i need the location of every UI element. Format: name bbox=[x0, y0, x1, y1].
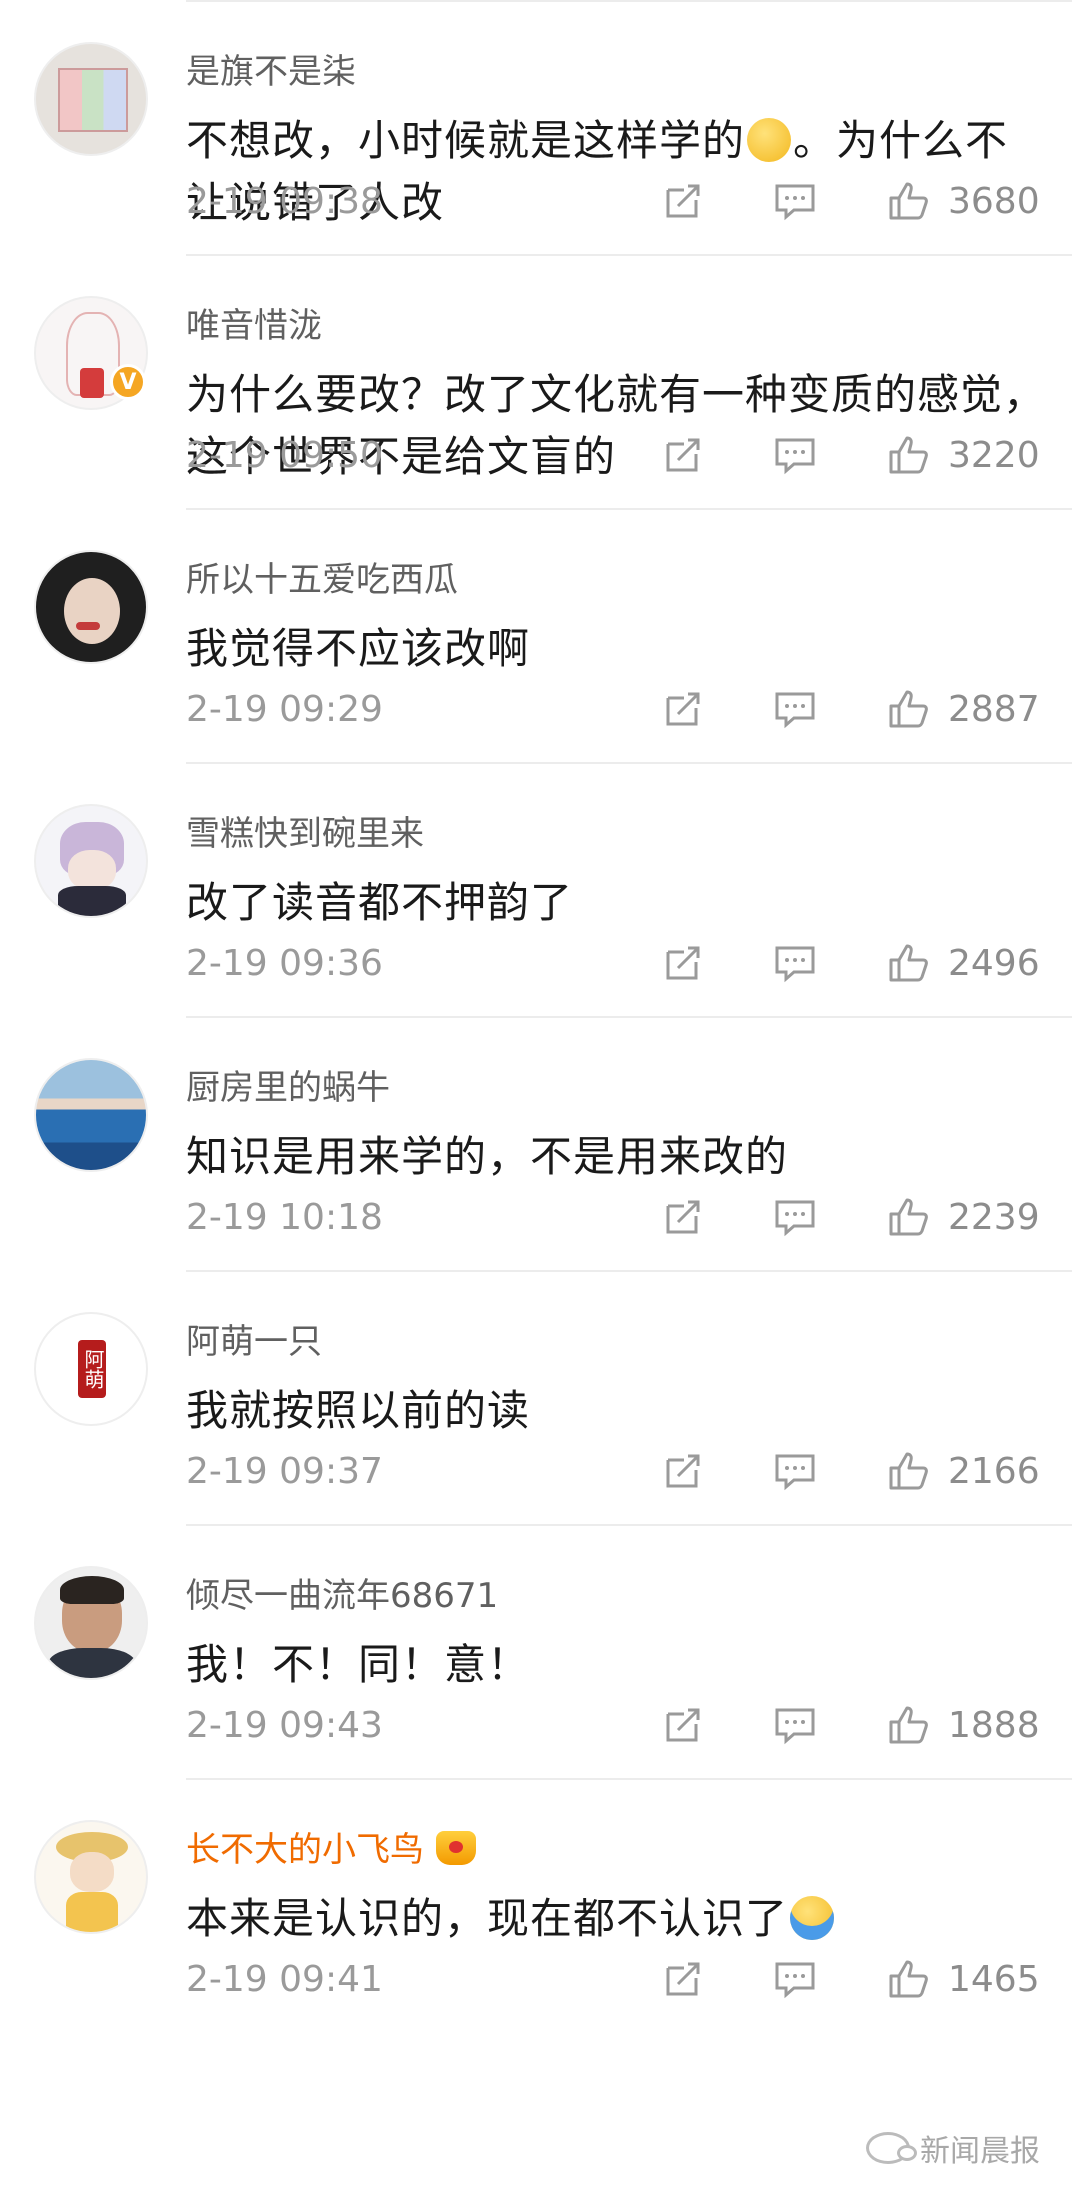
comment-meta: 2-19 09:29 2887 bbox=[186, 690, 1080, 762]
repost-icon[interactable] bbox=[660, 1956, 706, 2002]
timestamp: 2-19 09:41 bbox=[186, 1959, 383, 2000]
like-count: 2239 bbox=[948, 1197, 1040, 1238]
divider bbox=[186, 1778, 1072, 1780]
comment-meta: 2-19 10:18 2239 bbox=[186, 1198, 1080, 1270]
comment-meta: 2-19 09:43 1888 bbox=[186, 1706, 1080, 1778]
shrug-emoji-icon bbox=[790, 1896, 835, 1940]
username[interactable]: 倾尽一曲流年68671 bbox=[186, 1568, 498, 1617]
comment-item: 厨房里的蜗牛 知识是用来学的，不是用来改的 2-19 10:18 2239 bbox=[0, 1016, 1080, 1270]
divider bbox=[186, 254, 1072, 256]
username[interactable]: 所以十五爱吃西瓜 bbox=[186, 552, 458, 601]
timestamp: 2-19 09:36 bbox=[186, 943, 383, 984]
comment-meta: 2-19 09:37 2166 bbox=[186, 1452, 1080, 1524]
timestamp: 2-19 09:29 bbox=[186, 689, 383, 730]
comment-meta: 2-19 09:50 3220 bbox=[186, 436, 1080, 508]
like-icon[interactable] bbox=[886, 686, 932, 732]
comment-icon[interactable] bbox=[772, 1702, 818, 1748]
watermark-text: 新闻晨报 bbox=[920, 2134, 1040, 2169]
comment-icon[interactable] bbox=[772, 1194, 818, 1240]
comment-item: 倾尽一曲流年68671 我！不！同！意！ 2-19 09:43 1888 bbox=[0, 1524, 1080, 1778]
wechat-icon bbox=[866, 2132, 917, 2164]
repost-icon[interactable] bbox=[660, 432, 706, 478]
like-count: 2496 bbox=[948, 943, 1040, 984]
divider bbox=[186, 1270, 1072, 1272]
avatar[interactable] bbox=[34, 1820, 148, 1934]
like-icon[interactable] bbox=[886, 1702, 932, 1748]
comment-icon[interactable] bbox=[772, 686, 818, 732]
like-count: 3680 bbox=[948, 181, 1040, 222]
watermark: 新闻晨报 bbox=[866, 2126, 1040, 2170]
username[interactable]: 厨房里的蜗牛 bbox=[186, 1060, 390, 1109]
repost-icon[interactable] bbox=[660, 1448, 706, 1494]
username[interactable]: 是旗不是柒 bbox=[186, 44, 356, 93]
like-count: 2166 bbox=[948, 1451, 1040, 1492]
avatar[interactable] bbox=[34, 1058, 148, 1172]
like-icon[interactable] bbox=[886, 432, 932, 478]
comment-text: 我！不！同！意！ bbox=[186, 1640, 531, 1689]
avatar[interactable] bbox=[34, 42, 148, 156]
comment-text: 我就按照以前的读 bbox=[186, 1386, 531, 1435]
like-icon[interactable] bbox=[886, 940, 932, 986]
avatar[interactable] bbox=[34, 804, 148, 918]
repost-icon[interactable] bbox=[660, 1702, 706, 1748]
divider bbox=[186, 508, 1072, 510]
username[interactable]: 长不大的小飞鸟 bbox=[186, 1822, 476, 1871]
timestamp: 2-19 09:43 bbox=[186, 1705, 383, 1746]
verified-badge: V bbox=[110, 364, 146, 400]
like-count: 2887 bbox=[948, 689, 1040, 730]
comment-icon[interactable] bbox=[772, 1956, 818, 2002]
comment-text: 我觉得不应该改啊 bbox=[186, 624, 531, 673]
username[interactable]: 雪糕快到碗里来 bbox=[186, 806, 424, 855]
like-count: 1888 bbox=[948, 1705, 1040, 1746]
comment-item: 雪糕快到碗里来 改了读音都不押韵了 2-19 09:36 2496 bbox=[0, 762, 1080, 1016]
like-count: 3220 bbox=[948, 435, 1040, 476]
divider bbox=[186, 0, 1072, 2]
like-icon[interactable] bbox=[886, 1448, 932, 1494]
avatar[interactable]: 阿萌 bbox=[34, 1312, 148, 1426]
timestamp: 2-19 09:50 bbox=[186, 435, 383, 476]
timestamp: 2-19 09:38 bbox=[186, 181, 383, 222]
comment-item: 长不大的小飞鸟 本来是认识的，现在都不认识了 2-19 09:41 1465 bbox=[0, 1778, 1080, 2032]
divider bbox=[186, 1016, 1072, 1018]
like-count: 1465 bbox=[948, 1959, 1040, 2000]
comment-text: 改了读音都不押韵了 bbox=[186, 878, 574, 927]
comment-icon[interactable] bbox=[772, 178, 818, 224]
avatar[interactable] bbox=[34, 550, 148, 664]
repost-icon[interactable] bbox=[660, 1194, 706, 1240]
timestamp: 2-19 10:18 bbox=[186, 1197, 383, 1238]
comment-item: V 唯音惜泷 为什么要改？改了文化就有一种变质的感觉，这个世界不是给文盲的 2-… bbox=[0, 254, 1080, 508]
comment-item: 所以十五爱吃西瓜 我觉得不应该改啊 2-19 09:29 2887 bbox=[0, 508, 1080, 762]
avatar-seal: 阿萌 bbox=[78, 1340, 106, 1398]
avatar[interactable] bbox=[34, 1566, 148, 1680]
repost-icon[interactable] bbox=[660, 178, 706, 224]
comment-text: 知识是用来学的，不是用来改的 bbox=[186, 1132, 789, 1181]
comment-meta: 2-19 09:38 3680 bbox=[186, 182, 1080, 254]
username[interactable]: 唯音惜泷 bbox=[186, 298, 322, 347]
divider bbox=[186, 1524, 1072, 1526]
username[interactable]: 阿萌一只 bbox=[186, 1314, 322, 1363]
comment-meta: 2-19 09:36 2496 bbox=[186, 944, 1080, 1016]
comment-list: 是旗不是柒 不想改，小时候就是这样学的 。为什么不让说错了人改 2-19 09:3… bbox=[0, 0, 1080, 2032]
comment-icon[interactable] bbox=[772, 432, 818, 478]
repost-icon[interactable] bbox=[660, 686, 706, 732]
like-icon[interactable] bbox=[886, 1194, 932, 1240]
divider bbox=[186, 762, 1072, 764]
crown-icon bbox=[436, 1831, 476, 1865]
timestamp: 2-19 09:37 bbox=[186, 1451, 383, 1492]
comment-icon[interactable] bbox=[772, 1448, 818, 1494]
thinking-face-icon bbox=[747, 118, 792, 162]
comment-icon[interactable] bbox=[772, 940, 818, 986]
comment-text: 本来是认识的，现在都不认识了 bbox=[186, 1888, 1046, 1950]
comment-meta: 2-19 09:41 1465 bbox=[186, 1960, 1080, 2032]
like-icon[interactable] bbox=[886, 1956, 932, 2002]
repost-icon[interactable] bbox=[660, 940, 706, 986]
comment-item: 是旗不是柒 不想改，小时候就是这样学的 。为什么不让说错了人改 2-19 09:3… bbox=[0, 0, 1080, 254]
comment-item: 阿萌 阿萌一只 我就按照以前的读 2-19 09:37 2166 bbox=[0, 1270, 1080, 1524]
like-icon[interactable] bbox=[886, 178, 932, 224]
